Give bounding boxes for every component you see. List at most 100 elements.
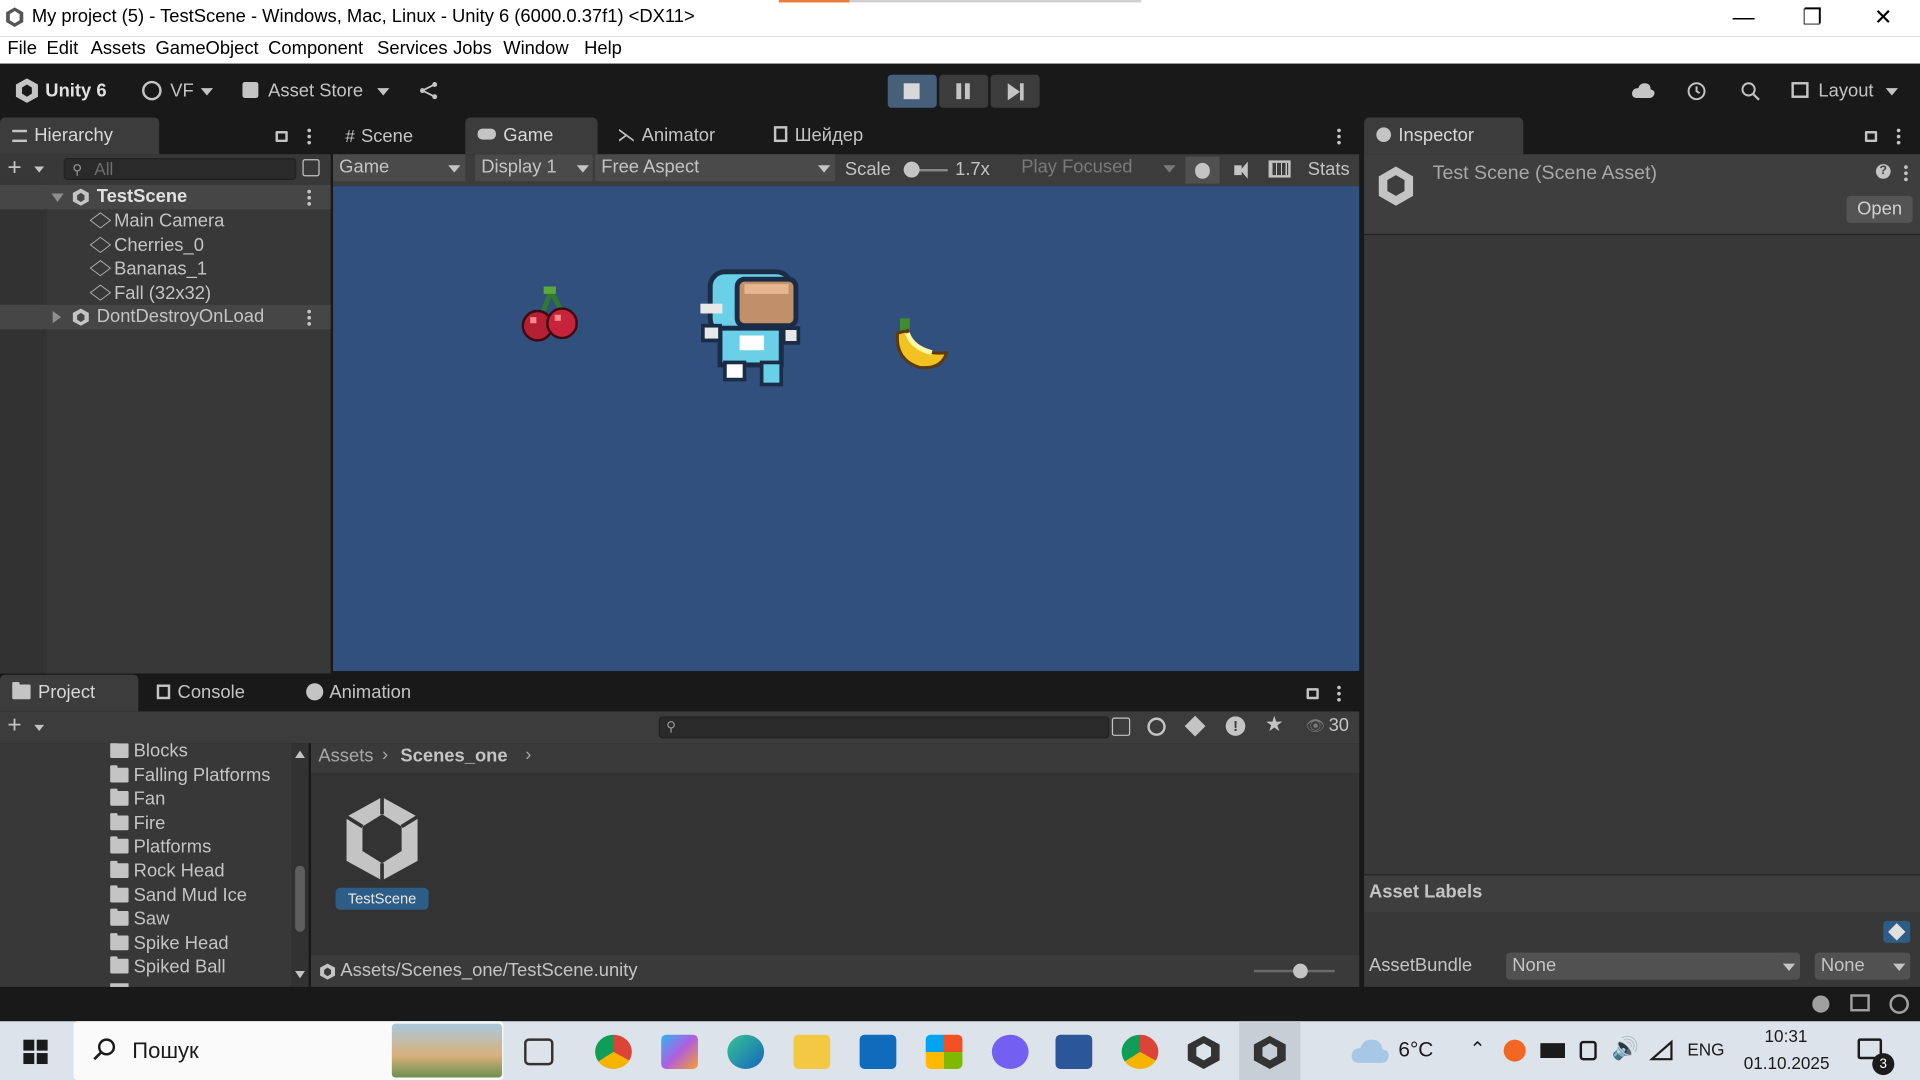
- help-icon[interactable]: ?: [1875, 164, 1891, 179]
- scene-menu-icon[interactable]: [307, 189, 312, 207]
- version-control-icon[interactable]: [419, 81, 439, 101]
- aspect-dropdown[interactable]: Free Aspect: [595, 154, 836, 182]
- check-icon[interactable]: [1889, 994, 1909, 1014]
- search-by-type-icon[interactable]: [1111, 717, 1131, 736]
- cloud-icon[interactable]: [1631, 82, 1655, 99]
- dontdestroy-menu-icon[interactable]: [307, 309, 312, 327]
- hierarchy-menu-icon[interactable]: [307, 128, 312, 146]
- breadcrumb-current[interactable]: Scenes_one: [400, 746, 507, 767]
- unity-hub-icon[interactable]: [1185, 1035, 1222, 1069]
- hierarchy-item[interactable]: Bananas_1: [89, 257, 207, 281]
- hierarchy-dontdestroy-row[interactable]: DontDestroyOnLoad: [0, 304, 331, 330]
- tab-hierarchy[interactable]: Hierarchy: [0, 117, 160, 155]
- edge-icon[interactable]: [727, 1034, 765, 1069]
- inspector-lock-icon[interactable]: [1864, 131, 1878, 143]
- menu-assets[interactable]: Assets: [91, 38, 146, 59]
- copilot-icon[interactable]: [661, 1034, 698, 1069]
- asset-store-button[interactable]: Asset Store: [268, 81, 363, 102]
- tab-game[interactable]: Game: [465, 117, 598, 155]
- folder-item[interactable]: Saw: [110, 907, 169, 931]
- minimize-button[interactable]: —: [1709, 0, 1778, 37]
- folder-item[interactable]: Sand Mud Ice: [110, 884, 247, 908]
- weather-cloud-icon[interactable]: [1349, 1037, 1391, 1064]
- clock-date[interactable]: 01.10.2025: [1744, 1053, 1830, 1073]
- task-view-icon[interactable]: [524, 1038, 554, 1066]
- add-object-button[interactable]: +: [7, 154, 21, 182]
- menu-file[interactable]: File: [7, 38, 37, 59]
- filter-label-icon[interactable]: [1184, 715, 1206, 737]
- create-asset-button[interactable]: +: [7, 711, 21, 739]
- folder-item[interactable]: Falling Platforms: [110, 764, 270, 788]
- collapse-arrow-icon[interactable]: [52, 311, 62, 324]
- hierarchy-search-input[interactable]: ⚲ All: [63, 157, 297, 181]
- lock-icon[interactable]: [275, 131, 288, 143]
- label-tag-icon[interactable]: [1883, 920, 1911, 943]
- debug-bug-icon[interactable]: [1812, 995, 1830, 1013]
- chrome-icon[interactable]: [595, 1034, 632, 1069]
- display-dropdown[interactable]: Display 1: [475, 154, 593, 182]
- outlook-icon[interactable]: [859, 1034, 897, 1069]
- tab-inspector[interactable]: Inspector: [1364, 117, 1524, 155]
- history-icon[interactable]: [1686, 81, 1707, 102]
- folder-item[interactable]: Rock Head: [110, 860, 225, 884]
- variant-dropdown[interactable]: None: [1814, 952, 1911, 980]
- hierarchy-item[interactable]: Fall (32x32): [89, 282, 211, 306]
- assetbundle-dropdown[interactable]: None: [1506, 952, 1801, 980]
- inspector-menu-icon[interactable]: [1896, 128, 1902, 146]
- inspector-header-menu-icon[interactable]: [1904, 165, 1909, 182]
- folder-item[interactable]: Spiked Ball: [110, 955, 226, 979]
- folder-item[interactable]: Fan: [110, 787, 165, 811]
- gizmo-bug-icon[interactable]: [1185, 156, 1220, 184]
- chrome-profile-icon[interactable]: [1121, 1034, 1159, 1069]
- wifi-icon[interactable]: [1649, 1039, 1673, 1062]
- menu-services[interactable]: Services: [377, 38, 447, 59]
- language-indicator[interactable]: ENG: [1687, 1040, 1724, 1060]
- scroll-down-icon[interactable]: [295, 971, 305, 979]
- hierarchy-item[interactable]: Main Camera: [89, 209, 224, 233]
- layers-icon[interactable]: [1850, 994, 1870, 1012]
- menu-jobs[interactable]: Jobs: [453, 38, 492, 59]
- tab-animation[interactable]: Animation: [294, 675, 453, 712]
- visibility-eye-icon[interactable]: 👁: [1305, 716, 1325, 736]
- menu-gameobject[interactable]: GameObject: [156, 38, 259, 59]
- project-lock-icon[interactable]: [1306, 688, 1319, 700]
- game-view[interactable]: [333, 186, 1360, 672]
- taskbar-search-input[interactable]: Пошук: [73, 1021, 504, 1080]
- menu-edit[interactable]: Edit: [47, 38, 79, 59]
- tab-animator[interactable]: ⋋ Animator: [605, 118, 752, 155]
- tab-console[interactable]: Console: [144, 675, 285, 712]
- menu-window[interactable]: Window: [503, 38, 568, 59]
- tab-scene[interactable]: # Scene: [333, 118, 463, 155]
- stats-button[interactable]: Stats: [1308, 159, 1350, 180]
- step-button[interactable]: [990, 74, 1040, 108]
- game-mode-dropdown[interactable]: Game: [333, 154, 466, 182]
- device-icon[interactable]: [1579, 1040, 1597, 1061]
- folder-item[interactable]: Fire: [110, 812, 165, 836]
- tab-project[interactable]: Project: [0, 674, 139, 712]
- viber-icon[interactable]: [991, 1034, 1029, 1069]
- menu-component[interactable]: Component: [268, 38, 363, 59]
- restore-button[interactable]: ❐: [1778, 0, 1847, 37]
- keyboard-icon[interactable]: [1268, 160, 1291, 178]
- folder-item[interactable]: Blocks: [110, 743, 188, 764]
- tray-app-icon[interactable]: [1503, 1039, 1526, 1062]
- close-button[interactable]: ✕: [1849, 0, 1918, 37]
- icon-size-slider-thumb[interactable]: [1293, 963, 1308, 979]
- clock-time[interactable]: 10:31: [1765, 1026, 1808, 1046]
- tab-shader[interactable]: Шейдер: [762, 118, 909, 155]
- file-explorer-icon[interactable]: [793, 1034, 831, 1069]
- search-icon[interactable]: [1740, 81, 1761, 102]
- asset-tile[interactable]: TestScene: [335, 790, 429, 912]
- project-search-input[interactable]: ⚲: [658, 716, 1110, 739]
- battery-icon[interactable]: [1540, 1043, 1565, 1058]
- project-menu-icon[interactable]: [1337, 685, 1342, 703]
- account-button[interactable]: VF: [170, 81, 193, 102]
- expand-arrow-icon[interactable]: [51, 193, 64, 203]
- windows-start-icon[interactable]: [23, 1039, 48, 1065]
- folder-scrollbar[interactable]: [291, 743, 309, 987]
- scroll-thumb[interactable]: [295, 865, 305, 932]
- hierarchy-scene-row[interactable]: TestScene: [0, 184, 331, 210]
- layout-button[interactable]: Layout: [1818, 81, 1873, 102]
- open-button[interactable]: Open: [1846, 195, 1913, 223]
- scale-slider-thumb[interactable]: [903, 161, 920, 178]
